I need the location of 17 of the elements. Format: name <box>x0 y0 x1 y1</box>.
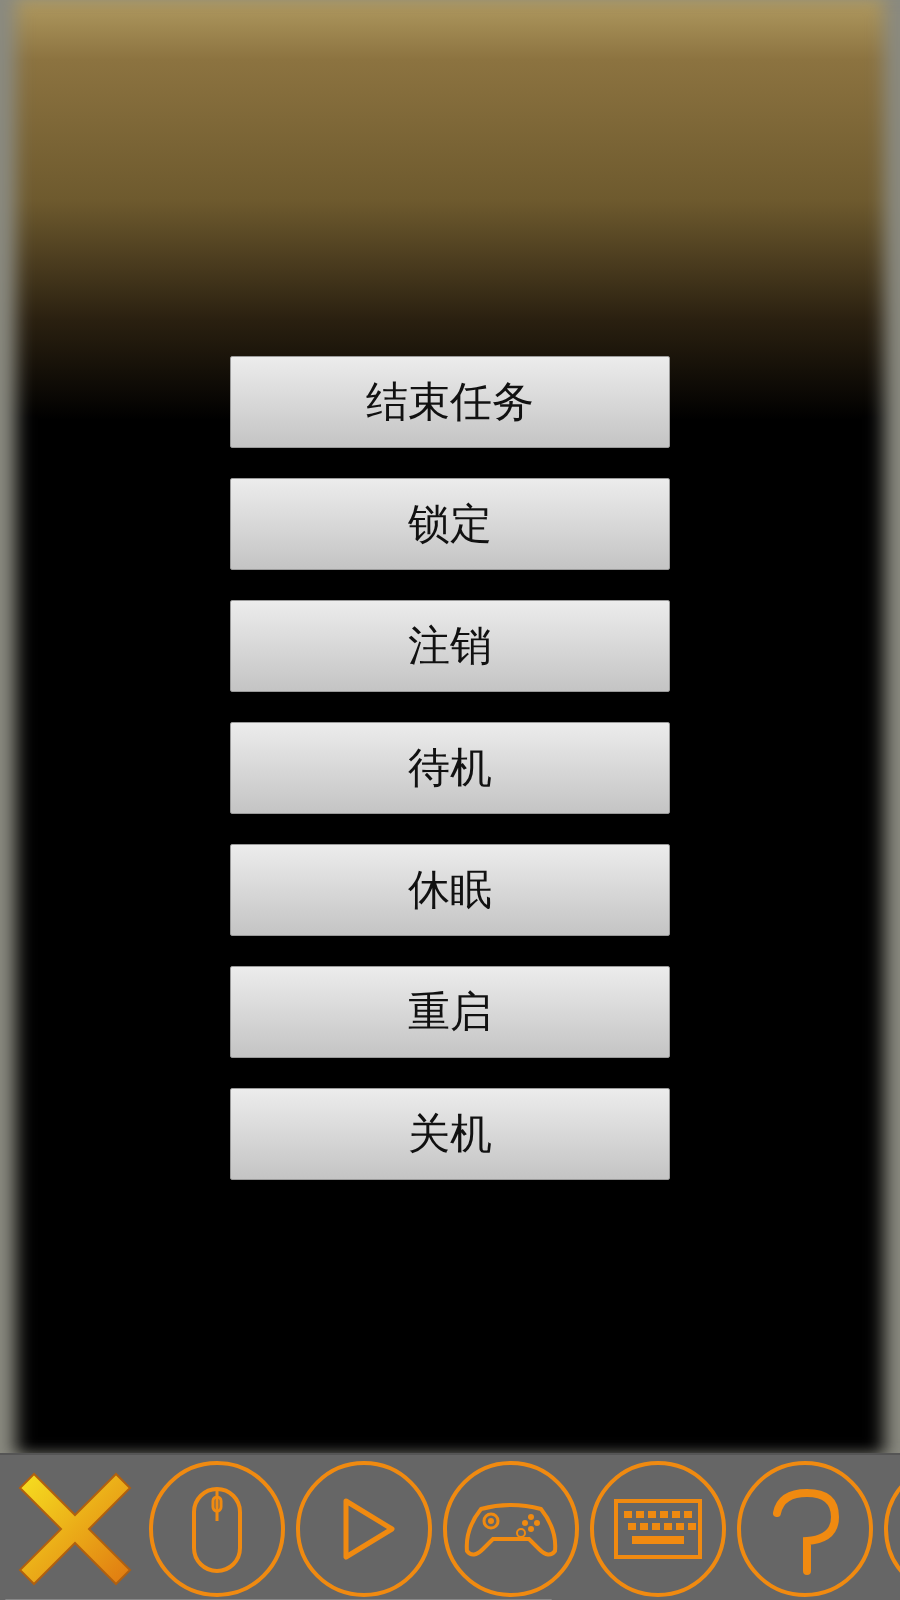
play-icon <box>294 1459 434 1599</box>
gamepad-icon <box>441 1459 581 1599</box>
toolbar-button[interactable] <box>588 1459 728 1599</box>
mouse-icon <box>147 1459 287 1599</box>
toolbar-button[interactable] <box>294 1459 434 1599</box>
toolbar-button[interactable] <box>735 1459 875 1599</box>
toolbar-button[interactable] <box>441 1459 581 1599</box>
menu-button[interactable]: 锁定 <box>230 478 670 570</box>
menu-button[interactable]: 休眠 <box>230 844 670 936</box>
menu-button[interactable]: 结束任务 <box>230 356 670 448</box>
pen-stroke-icon <box>735 1459 875 1599</box>
menu-button[interactable]: 重启 <box>230 966 670 1058</box>
menu-button[interactable]: 待机 <box>230 722 670 814</box>
menu-button[interactable]: 关机 <box>230 1088 670 1180</box>
keyboard-icon <box>588 1459 728 1599</box>
toolbar-button[interactable] <box>147 1459 287 1599</box>
menu-button[interactable]: 注销 <box>230 600 670 692</box>
